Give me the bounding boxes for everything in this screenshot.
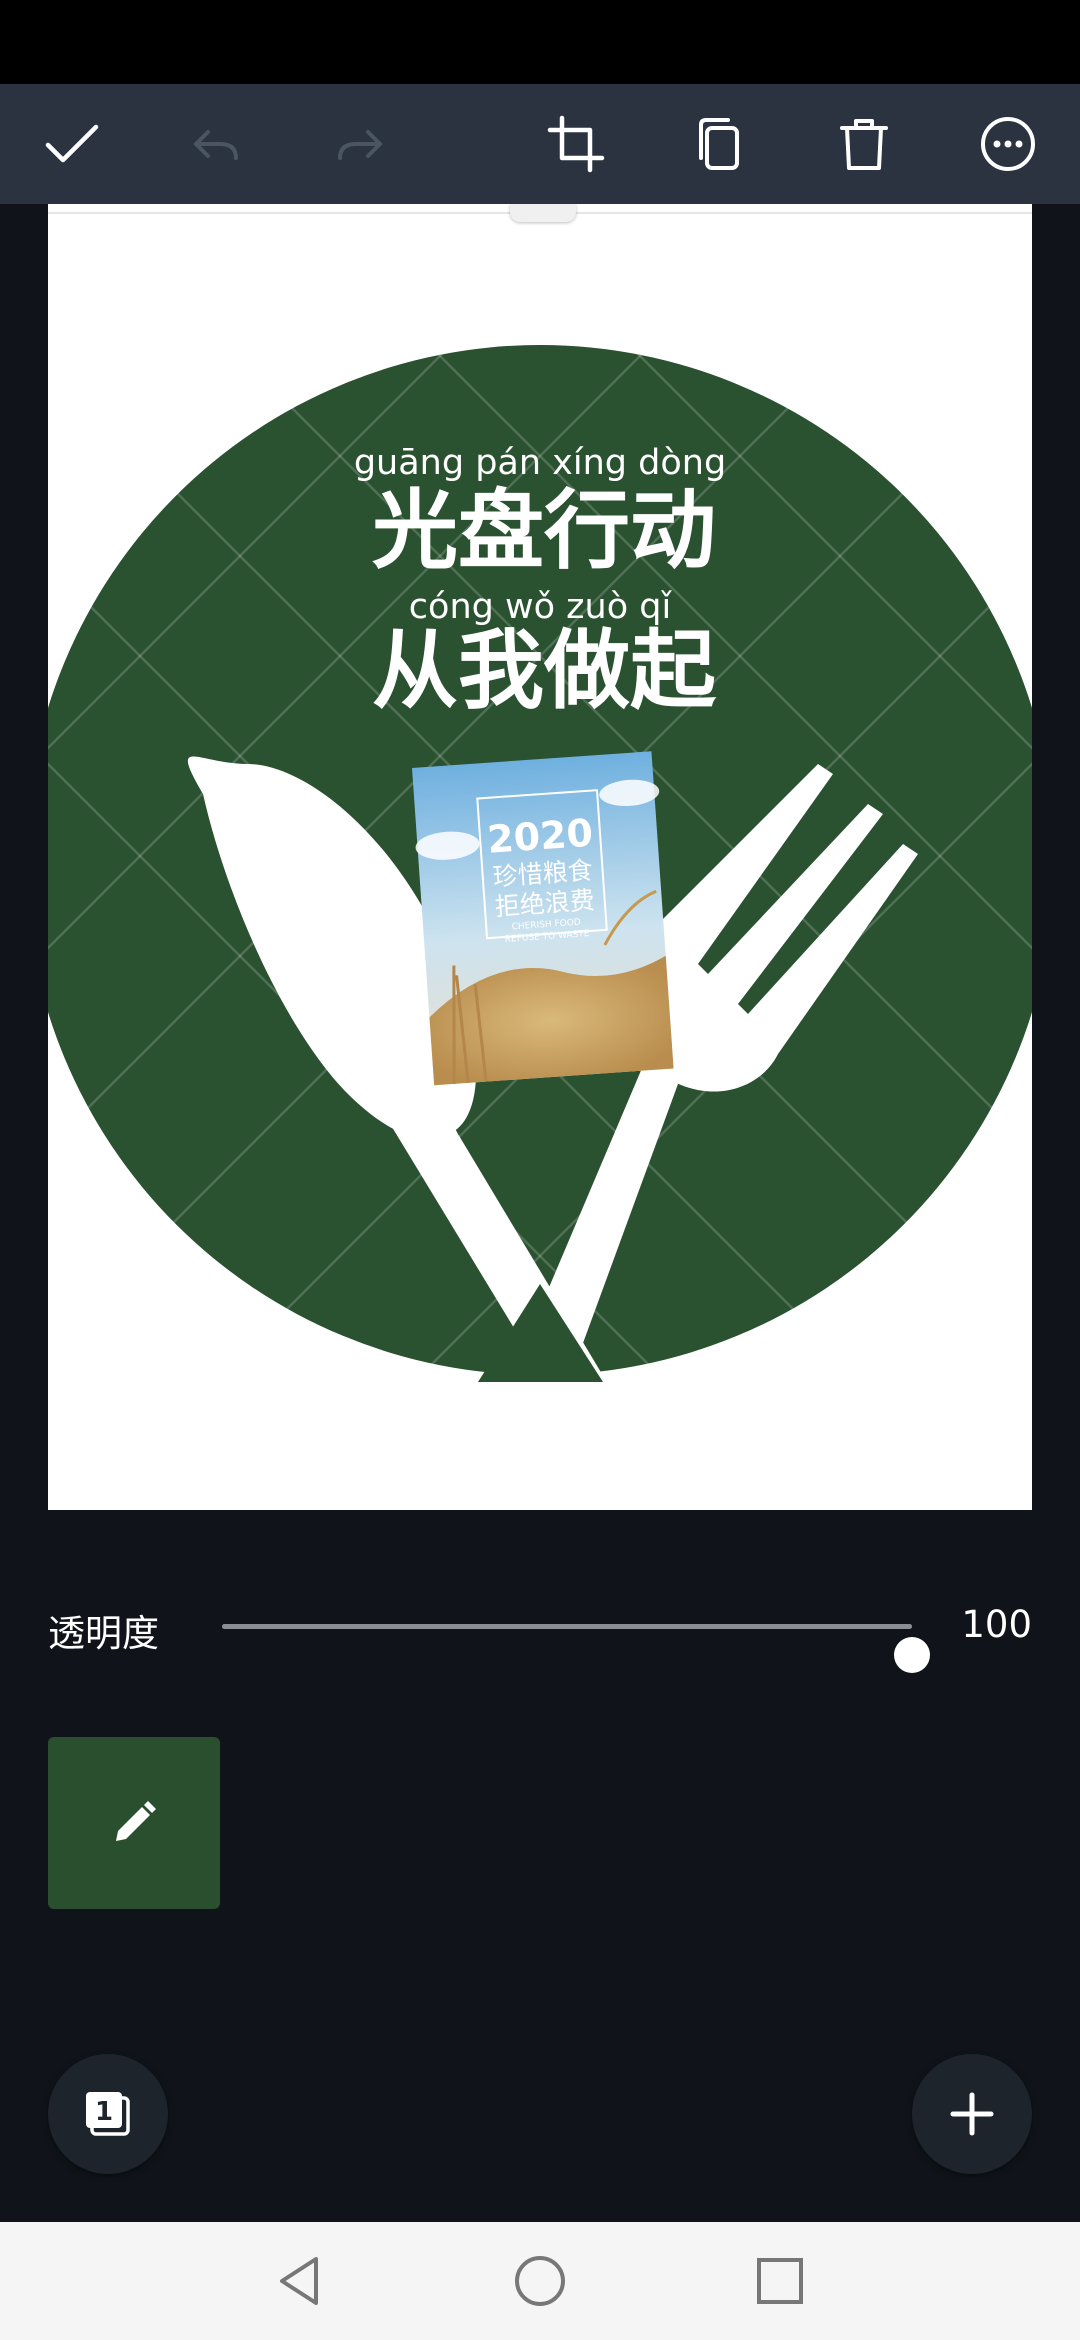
opacity-value: 100 (961, 1603, 1032, 1646)
redo-button[interactable] (300, 84, 420, 204)
back-triangle-icon (280, 2257, 318, 2305)
title-line-2: 从我做起 (372, 621, 717, 721)
nav-recents-button[interactable] (740, 2241, 820, 2321)
more-button[interactable] (948, 84, 1068, 204)
add-element-button[interactable] (912, 2054, 1032, 2174)
poster-artwork: guāng pán xíng dòng 光盘行动 cóng wǒ zuò qǐ … (48, 345, 1032, 1510)
opacity-slider-thumb[interactable] (894, 1637, 930, 1673)
duplicate-button[interactable] (660, 84, 780, 204)
trash-icon (840, 119, 888, 170)
pages-icon: 1 (86, 2092, 130, 2136)
pencil-icon (116, 1801, 156, 1841)
undo-icon (194, 130, 238, 160)
opacity-label: 透明度 (48, 1612, 159, 1655)
design-canvas[interactable]: guāng pán xíng dòng 光盘行动 cóng wǒ zuò qǐ … (48, 204, 1032, 1510)
canvas-area: guāng pán xíng dòng 光盘行动 cóng wǒ zuò qǐ … (0, 204, 1080, 1554)
home-circle-icon (515, 2256, 565, 2306)
nav-home-button[interactable] (500, 2241, 580, 2321)
page-count: 1 (95, 2097, 113, 2127)
resize-handle[interactable] (510, 204, 576, 222)
recents-square-icon (757, 2258, 803, 2304)
title-line-1: 光盘行动 (372, 481, 716, 581)
confirm-button[interactable] (12, 84, 132, 204)
color-swatch-button[interactable] (48, 1737, 220, 1909)
system-navigation-bar (0, 2222, 1080, 2340)
sticker-year: 2020 (486, 811, 595, 862)
nav-back-button[interactable] (260, 2241, 340, 2321)
plus-icon (950, 2092, 994, 2136)
status-bar (0, 0, 1080, 84)
sticker-image[interactable]: 2020 珍惜粮食 拒绝浪费 CHERISH FOOD REFUSE TO WA… (410, 751, 679, 1086)
crop-icon (547, 115, 605, 173)
duplicate-icon (699, 118, 739, 170)
redo-icon (338, 130, 382, 160)
pages-button[interactable]: 1 (48, 2054, 168, 2174)
crop-button[interactable] (516, 84, 636, 204)
undo-button[interactable] (156, 84, 276, 204)
opacity-control: 透明度 100 (48, 1595, 1032, 1673)
more-icon (981, 117, 1035, 171)
delete-button[interactable] (804, 84, 924, 204)
opacity-slider-track[interactable] (222, 1624, 930, 1673)
opacity-slider-fill (222, 1624, 912, 1629)
editor-toolbar (0, 84, 1080, 204)
pinyin-line-1: guāng pán xíng dòng (354, 443, 726, 483)
check-icon (45, 124, 99, 163)
